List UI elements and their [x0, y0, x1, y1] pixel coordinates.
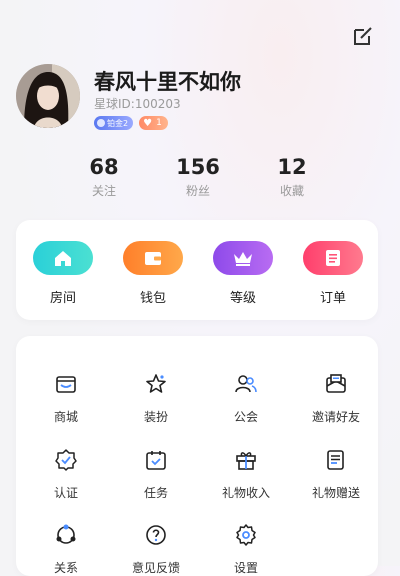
quick-action-label: 钱包 — [139, 291, 166, 306]
quick-action-level[interactable]: 等级 — [198, 241, 288, 306]
stat-label: 关注 — [91, 184, 116, 198]
menu-item-gift-send[interactable]: 礼物赠送 — [291, 448, 381, 501]
verify-icon — [55, 449, 77, 471]
badge-dot-icon — [97, 119, 105, 127]
level-badge-label: 铂金2 — [107, 118, 129, 128]
stat-number: 156 — [176, 155, 220, 179]
quick-action-wallet[interactable]: 钱包 — [108, 241, 198, 306]
wallet-icon — [145, 252, 161, 265]
guild-icon — [235, 375, 257, 393]
stat-label: 粉丝 — [185, 184, 210, 198]
menu-item-label: 礼物收入 — [221, 486, 270, 500]
stat-label: 收藏 — [279, 184, 304, 198]
wallet-pill — [123, 241, 183, 275]
stat-number: 12 — [277, 155, 307, 179]
menu-item-label: 公会 — [233, 410, 258, 424]
menu-item-label: 邀请好友 — [311, 410, 360, 424]
badges: 铂金2 ♥ 1 — [94, 116, 168, 130]
menu-item-invite[interactable]: 邀请好友 — [291, 372, 381, 425]
menu-item-label: 关系 — [53, 561, 78, 575]
level-pill — [213, 241, 273, 275]
user-id: 星球ID:100203 — [94, 97, 181, 111]
avatar-image — [16, 64, 80, 128]
edit-profile-button[interactable] — [352, 25, 374, 47]
heart-icon: ♥ — [143, 117, 153, 129]
relation-icon — [56, 524, 76, 544]
menu-item-guild[interactable]: 公会 — [201, 372, 291, 425]
quick-action-order[interactable]: 订单 — [288, 241, 378, 306]
quick-action-label: 等级 — [229, 291, 256, 306]
feedback-icon — [146, 525, 166, 545]
menu-grid-card: 商城 装扮 公会 邀请好友 认证 任务 礼物收入 礼物赠送 关系 意见反馈 设置 — [16, 336, 378, 576]
menu-item-label: 意见反馈 — [131, 561, 180, 575]
store-icon — [56, 376, 76, 393]
stat-following[interactable]: 68 关注 — [64, 154, 144, 199]
menu-item-dress-up[interactable]: 装扮 — [111, 372, 201, 425]
task-icon — [146, 451, 166, 470]
stat-favorites[interactable]: 12 收藏 — [252, 154, 332, 199]
menu-item-gift-income[interactable]: 礼物收入 — [201, 448, 291, 501]
edit-icon — [354, 27, 372, 45]
stat-number: 68 — [89, 155, 119, 179]
menu-item-label: 礼物赠送 — [311, 486, 360, 500]
quick-action-label: 订单 — [319, 291, 346, 306]
menu-item-label: 装扮 — [143, 410, 168, 424]
gift-icon — [236, 452, 256, 470]
menu-item-label: 设置 — [233, 561, 258, 575]
gift-send-icon — [327, 450, 344, 470]
stat-fans[interactable]: 156 粉丝 — [158, 154, 238, 199]
menu-item-label: 认证 — [53, 486, 78, 500]
settings-icon — [236, 524, 256, 546]
user-name: 春风十里不如你 — [94, 70, 241, 94]
room-pill — [33, 241, 93, 275]
crown-icon — [234, 252, 252, 266]
dress-up-icon — [146, 374, 166, 393]
avatar[interactable] — [16, 64, 80, 128]
menu-item-settings[interactable]: 设置 — [201, 523, 291, 576]
menu-item-label: 商城 — [53, 410, 78, 424]
menu-item-store[interactable]: 商城 — [21, 372, 111, 425]
menu-item-task[interactable]: 任务 — [111, 448, 201, 501]
level-badge: 铂金2 — [94, 116, 134, 130]
menu-item-verify[interactable]: 认证 — [21, 448, 111, 501]
home-icon — [55, 251, 71, 266]
quick-actions-card: 房间 钱包 等级 订单 — [16, 220, 378, 320]
order-pill — [303, 241, 363, 275]
quick-action-room[interactable]: 房间 — [18, 241, 108, 306]
heart-badge: ♥ 1 — [139, 116, 168, 130]
heart-count: 1 — [156, 118, 162, 128]
menu-item-relation[interactable]: 关系 — [21, 523, 111, 576]
menu-item-feedback[interactable]: 意见反馈 — [111, 523, 201, 576]
menu-item-label: 任务 — [143, 486, 168, 500]
invite-icon — [326, 374, 346, 393]
order-icon — [326, 250, 340, 266]
quick-action-label: 房间 — [49, 291, 76, 306]
